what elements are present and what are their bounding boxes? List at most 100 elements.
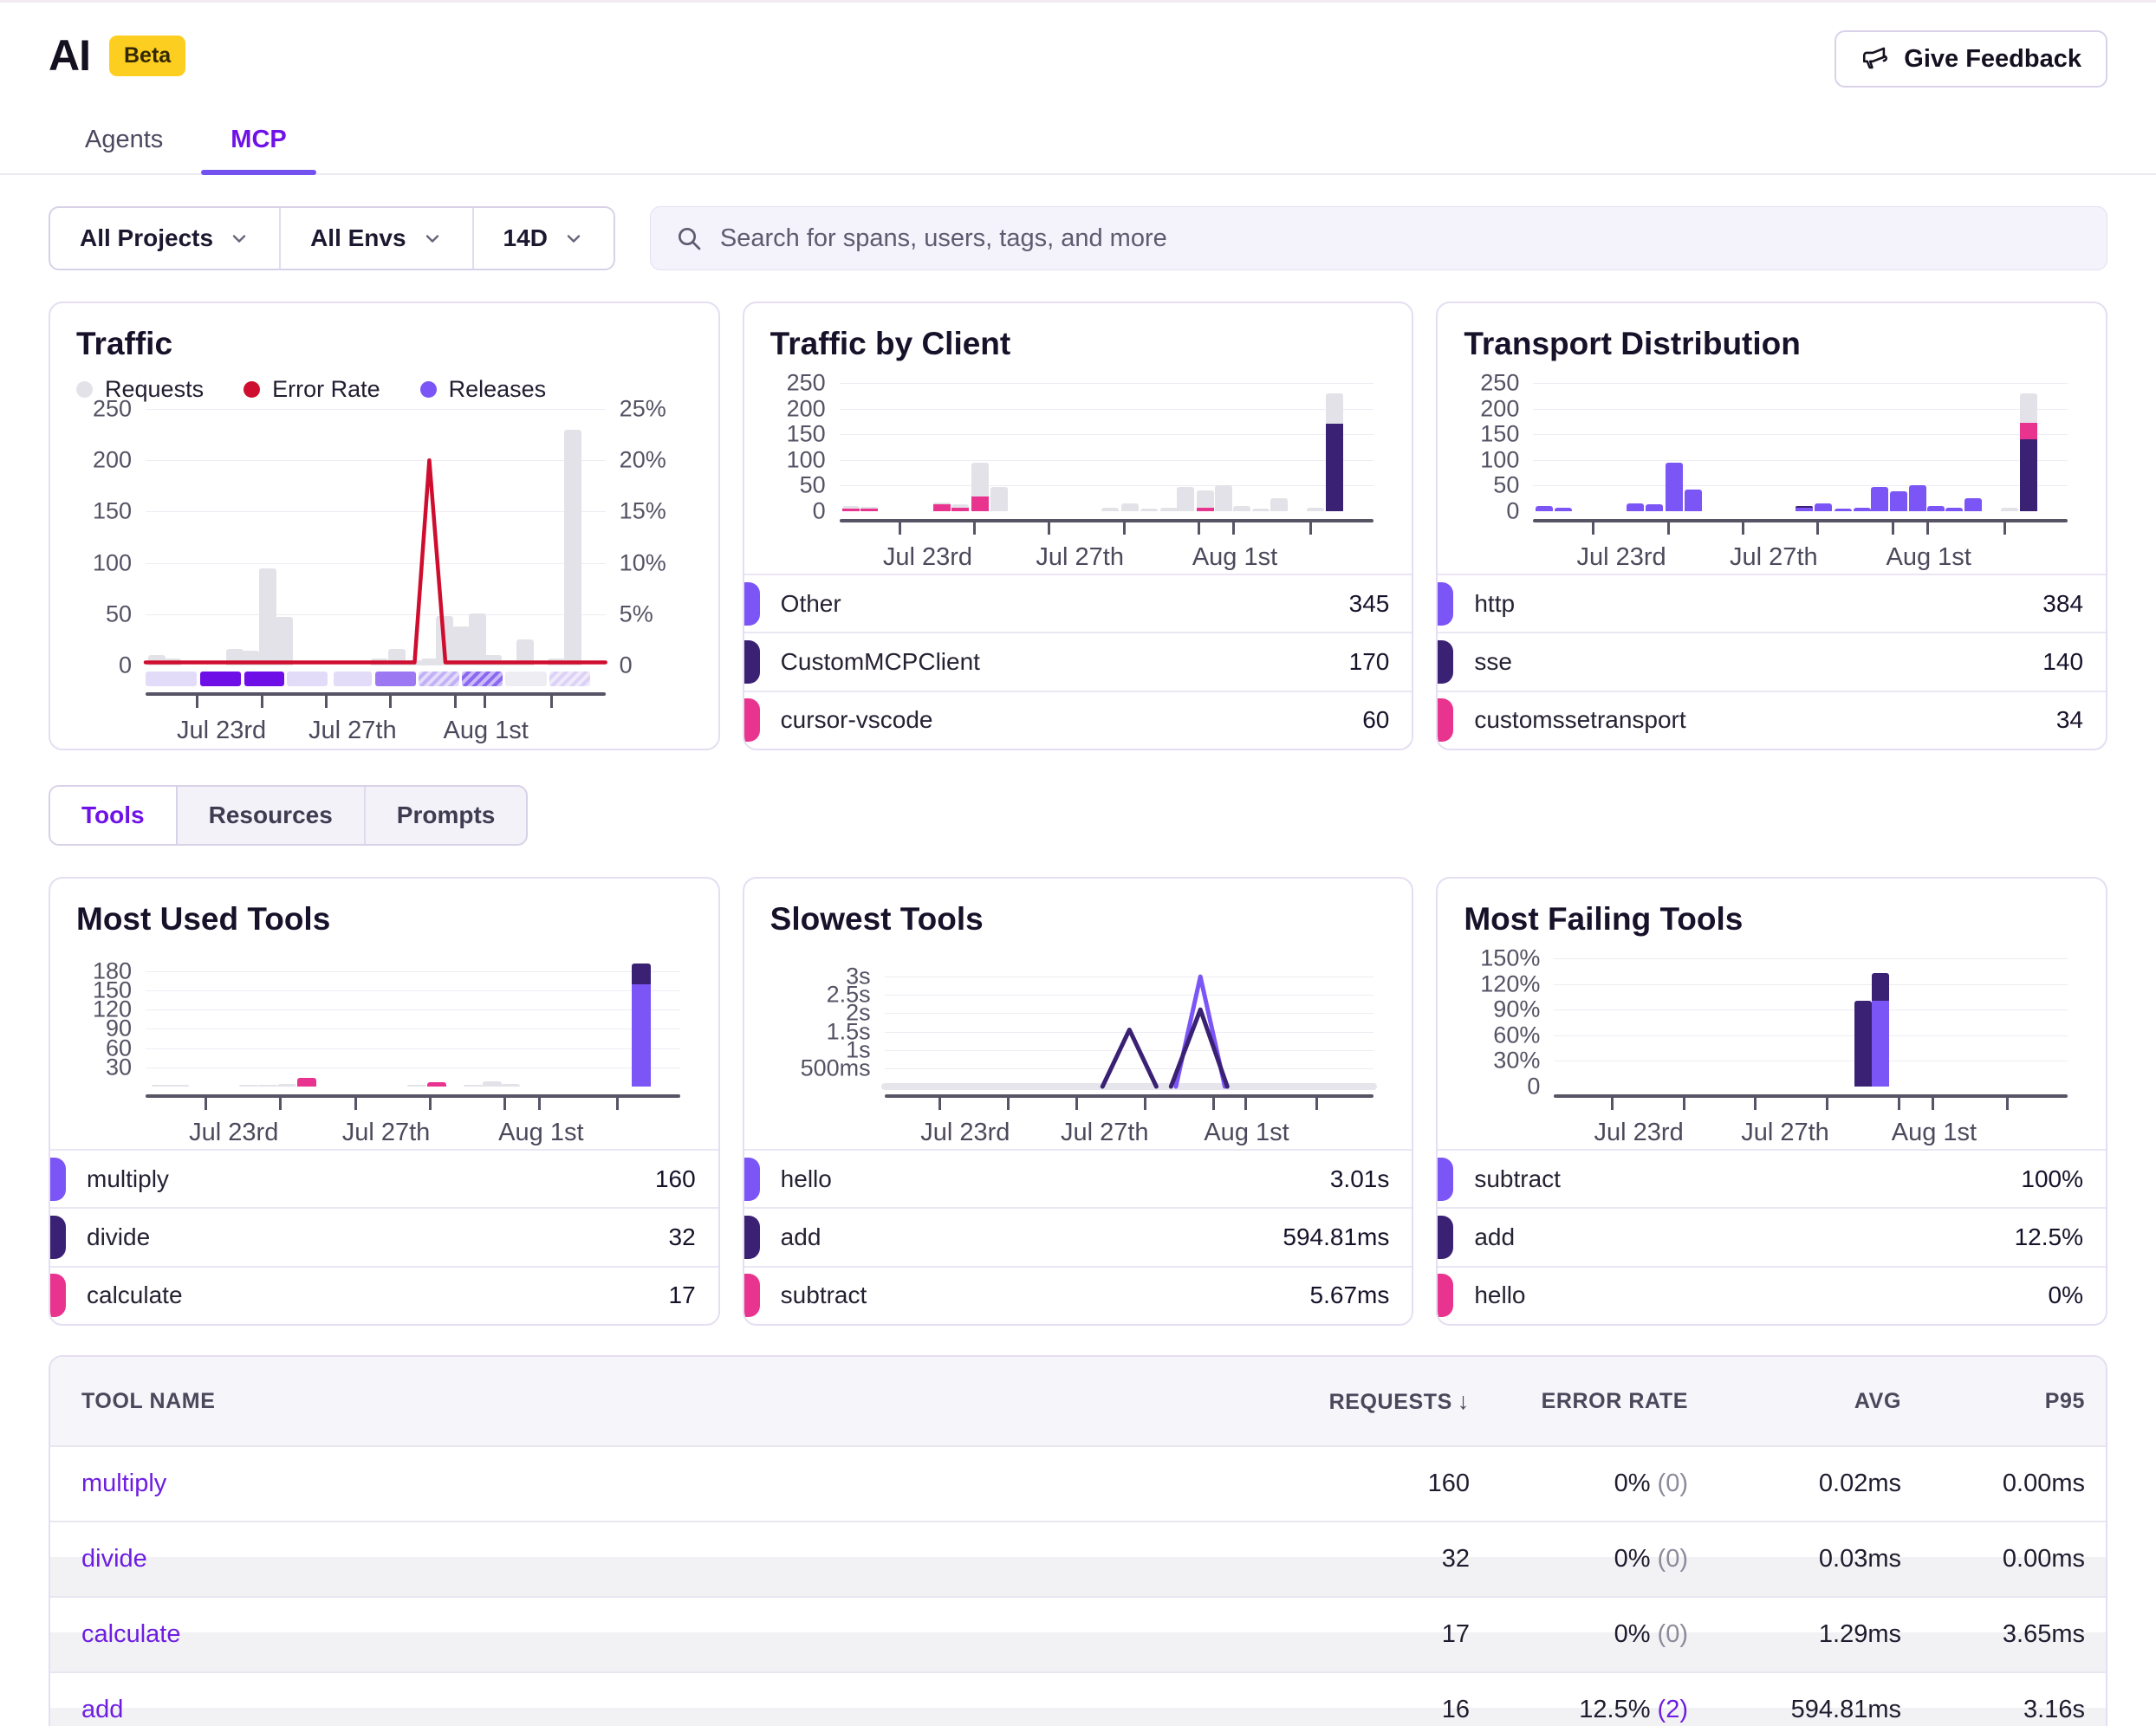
bar: [1215, 485, 1232, 511]
bar-segment: [407, 1085, 426, 1087]
axis-tick: [1826, 1098, 1828, 1110]
legend-row[interactable]: hello0%: [1438, 1266, 2106, 1324]
y-tick-label: 0: [1506, 498, 1519, 525]
filter-all-projects[interactable]: All Projects: [50, 208, 281, 269]
gridline: [146, 990, 680, 991]
axis-baseline: [840, 519, 1374, 522]
legend-row[interactable]: subtract100%: [1438, 1149, 2106, 1207]
plot-area: [146, 958, 680, 1087]
column-header-avg: AVG: [1688, 1389, 1901, 1414]
plot-area: [146, 409, 606, 665]
legend-row[interactable]: cursor-vscode60: [744, 691, 1412, 749]
subtab-tools[interactable]: Tools: [50, 787, 178, 844]
tool-name-link[interactable]: calculate: [81, 1620, 1210, 1649]
search-bar[interactable]: [650, 206, 2107, 270]
y-tick-label: 100: [787, 446, 826, 473]
error-count: (0): [1651, 1620, 1689, 1648]
bar: [427, 1082, 446, 1087]
bar-segment: [990, 487, 1008, 511]
tool-name-link[interactable]: divide: [81, 1545, 1210, 1574]
bar: [1927, 506, 1945, 511]
tab-mcp[interactable]: MCP: [222, 108, 295, 173]
bar: [1964, 498, 1982, 511]
tab-agents[interactable]: Agents: [76, 108, 172, 173]
gridline: [1554, 1035, 2068, 1036]
legend-row[interactable]: hello3.01s: [744, 1149, 1412, 1207]
subtab-resources[interactable]: Resources: [178, 787, 366, 844]
bar: [933, 503, 951, 511]
legend-row[interactable]: divide32: [50, 1207, 718, 1265]
legend-row[interactable]: multiply160: [50, 1149, 718, 1207]
filter-14d[interactable]: 14D: [474, 208, 614, 269]
axis-tick: [261, 696, 263, 708]
chart: 25020015010050025%20%15%10%5%0Jul 23rdJu…: [76, 409, 696, 750]
bar: [501, 1084, 520, 1087]
y-tick-label-right: 0: [620, 652, 633, 679]
series-label: sse: [1474, 648, 1512, 676]
y-tick-label: 200: [1480, 395, 1519, 422]
legend-row[interactable]: customssetransport34: [1438, 691, 2106, 749]
series-color-pill: [1436, 698, 1453, 742]
legend-rows: http384sse140customssetransport34: [1438, 574, 2106, 749]
bar-segment: [170, 1085, 189, 1087]
bar-segment: [1945, 508, 1963, 511]
axis-tick: [1926, 522, 1929, 535]
series-color-pill: [1436, 640, 1453, 684]
legend-row[interactable]: http384: [1438, 574, 2106, 632]
x-tick-label: Jul 27th: [1036, 543, 1124, 572]
bar-segment: [1872, 973, 1889, 1002]
x-tick-label: Jul 27th: [1741, 1119, 1829, 1147]
legend-rows: subtract100%add12.5%hello0%: [1438, 1149, 2106, 1324]
series-color-pill: [1436, 1216, 1453, 1259]
legend-row[interactable]: sse140: [1438, 632, 2106, 690]
bar-segment: [971, 496, 989, 511]
y-tick-label-right: 20%: [620, 447, 666, 474]
axis-tick: [205, 1098, 207, 1110]
tool-name-link[interactable]: add: [81, 1696, 1210, 1724]
legend-rows: hello3.01sadd594.81mssubtract5.67ms: [744, 1149, 1412, 1324]
x-tick-label: Jul 23rd: [1577, 543, 1666, 572]
series-value: 60: [1362, 706, 1389, 734]
legend-row[interactable]: subtract5.67ms: [744, 1266, 1412, 1324]
bar-segment: [258, 1085, 277, 1087]
x-axis: Jul 23rdJul 27thAug 1st: [146, 1094, 680, 1155]
bar-segment: [2020, 393, 2037, 423]
axis-tick: [279, 1098, 282, 1110]
series-value: 345: [1349, 590, 1390, 618]
bar: [1685, 490, 1702, 511]
legend-item: Releases: [420, 376, 547, 403]
bar-segment: [1835, 509, 1852, 511]
search-input[interactable]: [720, 224, 2082, 253]
bar-segment: [483, 1081, 502, 1087]
legend-row[interactable]: add12.5%: [1438, 1207, 2106, 1265]
series-label: Other: [781, 590, 841, 618]
legend-row[interactable]: CustomMCPClient170: [744, 632, 1412, 690]
y-tick-label: 150: [1480, 421, 1519, 448]
bar: [407, 1085, 426, 1087]
bar: [1555, 508, 1572, 511]
legend-row[interactable]: calculate17: [50, 1266, 718, 1324]
series-value: 594.81ms: [1283, 1223, 1389, 1251]
axis-tick: [503, 1098, 506, 1110]
bar-segment: [1890, 491, 1907, 511]
line-series: [885, 958, 1374, 1087]
subtab-prompts[interactable]: Prompts: [366, 787, 527, 844]
bar: [152, 1085, 171, 1087]
bar-segment: [501, 1084, 520, 1087]
x-tick-label: Jul 23rd: [177, 717, 266, 745]
legend-row[interactable]: add594.81ms: [744, 1207, 1412, 1265]
bar: [2020, 393, 2037, 511]
column-header-requests[interactable]: REQUESTS↓: [1210, 1388, 1470, 1415]
x-axis: Jul 23rdJul 27thAug 1st: [1533, 519, 2068, 580]
filter-all-envs[interactable]: All Envs: [281, 208, 473, 269]
bar-segment: [1121, 503, 1139, 511]
bar-segment: [2001, 508, 2018, 511]
give-feedback-button[interactable]: Give Feedback: [1835, 30, 2107, 88]
bar-segment: [152, 1085, 171, 1087]
series-label: http: [1474, 590, 1515, 618]
axis-tick: [196, 696, 198, 708]
legend-row[interactable]: Other 345: [744, 574, 1412, 632]
gridline: [840, 383, 1374, 384]
card-most-failing: Most Failing Tools150%120%90%60%30%0Jul …: [1436, 877, 2107, 1326]
tool-name-link[interactable]: multiply: [81, 1470, 1210, 1498]
